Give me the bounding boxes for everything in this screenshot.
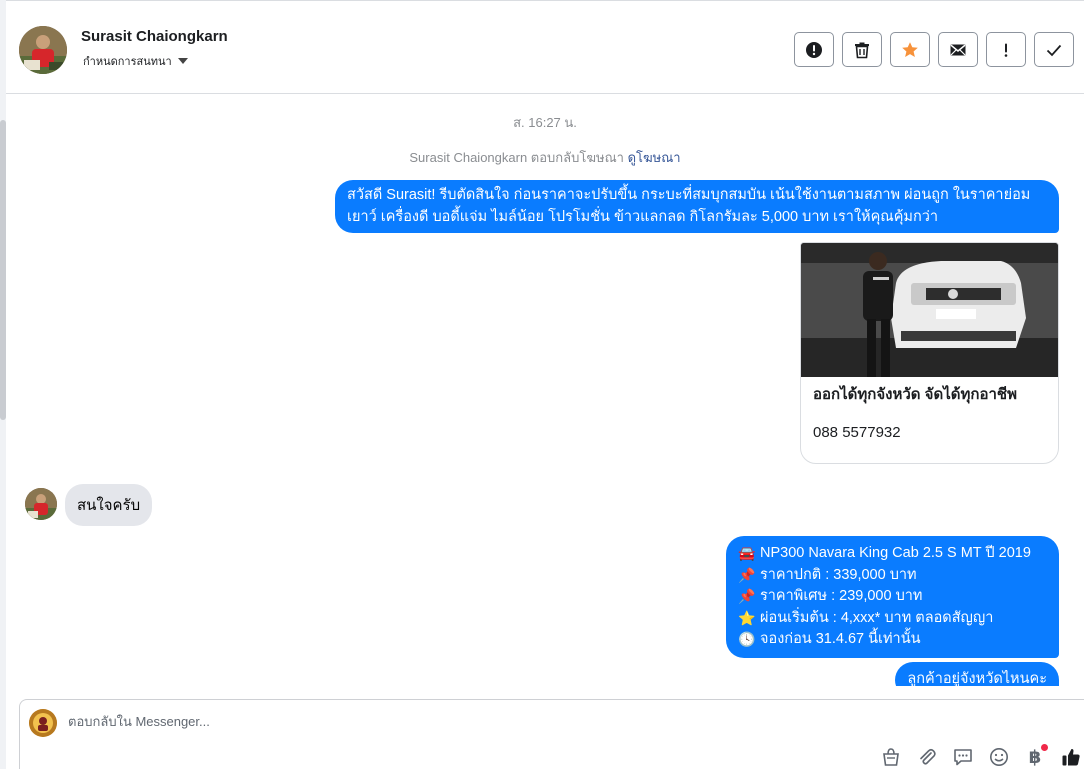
pushpin-icon: 📌	[738, 566, 756, 583]
ad-reply-text: Surasit Chaiongkarn ตอบกลับโฆษณา	[409, 150, 624, 165]
star-emoji-icon: ⭐	[738, 609, 756, 626]
page-avatar	[29, 709, 57, 737]
message-line: 🕓 จองก่อน 31.4.67 นี้เท่านั้น	[738, 629, 1047, 651]
message-timestamp: ส. 16:27 น.	[513, 115, 577, 130]
chevron-down-icon	[177, 58, 188, 64]
payment-button[interactable]: ฿	[1024, 744, 1048, 768]
messenger-inbox: Surasit Chaiongkarn กำหนดการสนทนา ส. 16:…	[0, 0, 1084, 769]
contact-name[interactable]: Surasit Chaiongkarn	[81, 28, 228, 45]
shop-button[interactable]	[880, 746, 902, 768]
ad-card-image[interactable]	[801, 243, 1058, 377]
message-line-text: ราคาปกติ : 339,000 บาท	[760, 566, 917, 583]
message-line: ⭐ ผ่อนเริ่มต้น : 4,xxx* บาท ตลอดสัญญา	[738, 608, 1047, 630]
thumbs-up-icon	[1062, 748, 1080, 766]
composer-toolbar: ฿	[880, 744, 1082, 768]
mark-unread-button[interactable]	[938, 32, 978, 67]
notification-dot	[1041, 744, 1048, 751]
message-line: 📌 ราคาพิเศษ : 239,000 บาท	[738, 586, 1047, 608]
mark-done-button[interactable]	[1034, 32, 1074, 67]
trash-icon	[855, 42, 869, 58]
header-toolbar	[794, 32, 1074, 67]
clock-icon: 🕓	[738, 631, 756, 647]
alert-circle-icon	[806, 41, 822, 58]
message-line-text: ราคาพิเศษ : 239,000 บาท	[760, 588, 923, 604]
message-line-text: จองก่อน 31.4.67 นี้เท่านั้น	[760, 631, 921, 647]
star-button[interactable]	[890, 32, 930, 67]
chat-bubbles-icon	[954, 749, 972, 766]
like-button[interactable]	[1060, 746, 1082, 768]
message-line: 🚘 NP300 Navara King Cab 2.5 S MT ปี 2019	[738, 543, 1047, 565]
sender-avatar[interactable]	[25, 488, 57, 520]
emoji-button[interactable]	[988, 746, 1010, 768]
spam-button[interactable]	[986, 32, 1026, 67]
incoming-message[interactable]: สนใจครับ	[65, 484, 153, 526]
conversation-settings[interactable]: กำหนดการสนทนา	[83, 52, 188, 70]
attach-button[interactable]	[916, 746, 938, 768]
outgoing-message[interactable]: สวัสดี Surasit! รีบตัดสินใจ ก่อนราคาจะปร…	[335, 180, 1059, 233]
conversation-header: Surasit Chaiongkarn กำหนดการสนทนา	[6, 4, 1084, 94]
envelope-icon	[950, 44, 966, 55]
exclamation-icon	[1004, 43, 1008, 57]
contact-avatar[interactable]	[19, 26, 67, 74]
reply-input[interactable]	[68, 714, 768, 729]
checkmark-icon	[1046, 44, 1062, 56]
star-icon	[902, 41, 918, 57]
view-ad-link[interactable]: ดูโฆษณา	[628, 150, 681, 165]
saved-replies-button[interactable]	[952, 746, 974, 768]
outgoing-message[interactable]: ลูกค้าอยู่จังหวัดไหนคะ	[895, 662, 1059, 686]
conversation-settings-label: กำหนดการสนทนา	[83, 56, 172, 68]
pushpin-icon: 📌	[738, 588, 756, 604]
smiley-icon	[990, 748, 1008, 766]
paperclip-icon	[920, 748, 936, 765]
message-thread[interactable]: ส. 16:27 น. Surasit Chaiongkarn ตอบกลับโ…	[6, 94, 1084, 686]
shopping-bag-icon	[883, 748, 899, 766]
ad-card-title: ออกได้ทุกจังหวัด จัดได้ทุกอาชีพ	[813, 386, 1017, 403]
message-line-text: ผ่อนเริ่มต้น : 4,xxx* บาท ตลอดสัญญา	[760, 609, 994, 626]
delete-button[interactable]	[842, 32, 882, 67]
message-line: 📌 ราคาปกติ : 339,000 บาท	[738, 565, 1047, 587]
car-icon: 🚘	[738, 545, 756, 561]
report-button[interactable]	[794, 32, 834, 67]
outgoing-message-details[interactable]: 🚘 NP300 Navara King Cab 2.5 S MT ปี 2019 …	[726, 536, 1059, 658]
message-line-text: NP300 Navara King Cab 2.5 S MT ปี 2019	[760, 545, 1031, 561]
baht-icon: ฿	[1028, 746, 1042, 767]
ad-reply-notice: Surasit Chaiongkarn ตอบกลับโฆษณา ดูโฆษณา	[6, 147, 1084, 168]
ad-card[interactable]: ออกได้ทุกจังหวัด จัดได้ทุกอาชีพ 088 5577…	[800, 242, 1059, 464]
reply-composer: ฿	[19, 699, 1084, 769]
ad-card-phone: 088 5577932	[813, 424, 901, 441]
